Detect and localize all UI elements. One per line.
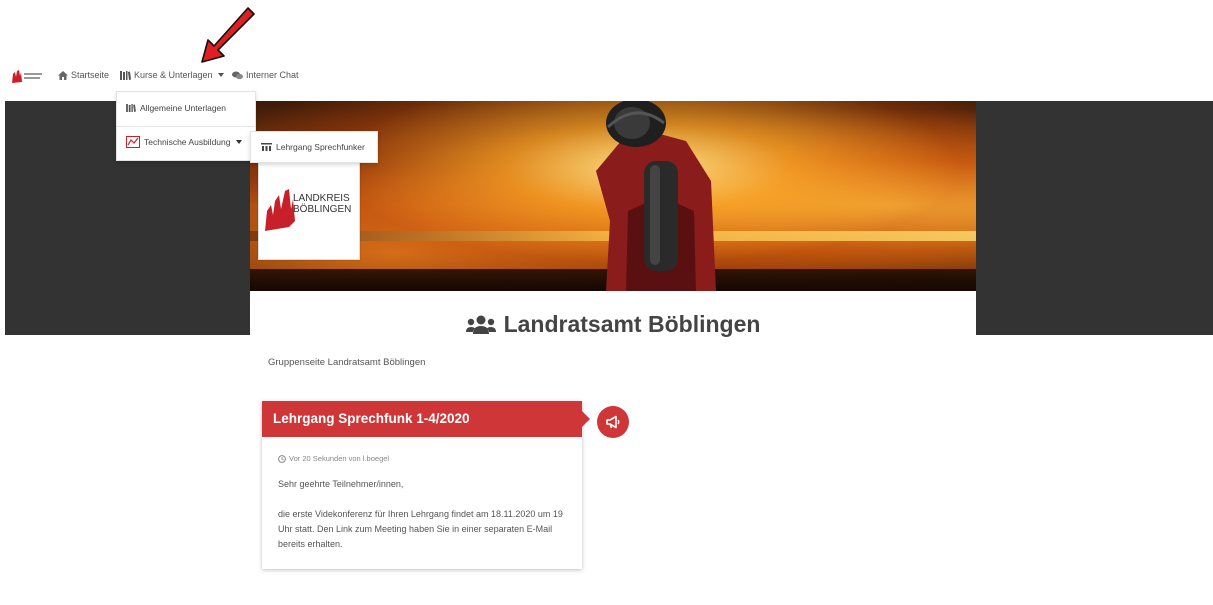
logo-line1: LANDKREIS [293, 193, 350, 204]
page-description: Gruppenseite Landratsamt Böblingen [268, 357, 426, 368]
books-icon [120, 70, 131, 80]
books-icon [126, 104, 136, 112]
top-navbar: Startseite Kurse & Unterlagen Interner C… [0, 66, 1213, 88]
training-icon [126, 136, 140, 148]
announcement-button[interactable] [597, 406, 629, 438]
dropdown-divider [117, 126, 255, 127]
megaphone-icon [606, 415, 620, 429]
submenu-item-label: Lehrgang Sprechfunker [276, 142, 365, 152]
users-icon [465, 315, 496, 334]
page-title-text: Landratsamt Böblingen [503, 311, 761, 337]
dropdown-item-technical-training[interactable]: Technische Ausbildung [126, 136, 243, 148]
home-icon [58, 70, 68, 80]
dropdown-item-general-docs[interactable]: Allgemeine Unterlagen [126, 103, 226, 113]
annotation-arrow [201, 7, 255, 63]
post-card: Lehrgang Sprechfunk 1-4/2020 Vor 20 Seku… [262, 401, 590, 569]
post-meta: Vor 20 Sekunden von l.boegel [278, 454, 389, 463]
chevron-down-icon [217, 73, 224, 77]
firefighter-figure [596, 101, 716, 291]
technical-training-submenu: Lehrgang Sprechfunker [250, 131, 378, 163]
nav-home-label: Startseite [71, 70, 110, 80]
page-title: Landratsamt Böblingen [250, 311, 976, 338]
logo-line2: BÖBLINGEN [293, 204, 352, 215]
nav-chat[interactable]: Interner Chat [232, 70, 299, 80]
post-title: Lehrgang Sprechfunk 1-4/2020 [273, 411, 470, 426]
post-body: die erste Videkonferenz für Ihren Lehrga… [278, 509, 563, 549]
post-header-notch [582, 411, 590, 427]
courses-dropdown: Allgemeine Unterlagen Technische Ausbild… [116, 91, 256, 161]
post-greeting: Sehr geehrte Teilnehmer/innen, [278, 479, 404, 489]
dropdown-item-label: Technische Ausbildung [144, 137, 231, 147]
nav-home[interactable]: Startseite [58, 70, 109, 80]
nav-chat-label: Interner Chat [246, 70, 299, 80]
landkreis-logo: LANDKREIS BÖBLINGEN [258, 160, 360, 260]
post-meta-text: Vor 20 Sekunden von l.boegel [289, 454, 390, 463]
clock-icon [278, 454, 286, 463]
dropdown-item-label: Allgemeine Unterlagen [140, 103, 226, 113]
chat-icon [232, 71, 243, 79]
brand-logo[interactable] [10, 68, 44, 85]
chevron-down-icon [236, 140, 243, 144]
submenu-item-sprechfunker[interactable]: Lehrgang Sprechfunker [261, 142, 365, 152]
nav-courses[interactable]: Kurse & Unterlagen [120, 70, 224, 80]
group-icon [261, 143, 272, 151]
post-header: Lehrgang Sprechfunk 1-4/2020 [262, 401, 590, 437]
nav-courses-label: Kurse & Unterlagen [134, 70, 213, 80]
